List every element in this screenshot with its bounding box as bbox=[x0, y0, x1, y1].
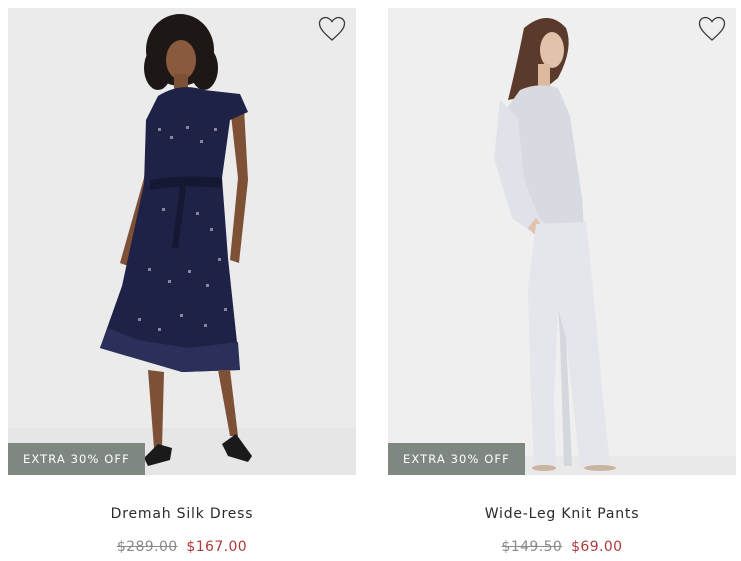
product-grid: EXTRA 30% OFF Dremah Silk Dress $289.00 … bbox=[0, 0, 741, 561]
model-in-pants-photo bbox=[388, 8, 736, 475]
heart-outline-icon[interactable] bbox=[698, 16, 726, 42]
product-card[interactable]: EXTRA 30% OFF Dremah Silk Dress $289.00 … bbox=[8, 8, 356, 555]
model-in-dress-photo bbox=[8, 8, 356, 475]
sale-price: $69.00 bbox=[571, 539, 623, 555]
product-image[interactable]: EXTRA 30% OFF bbox=[388, 8, 736, 475]
original-price: $289.00 bbox=[116, 539, 178, 555]
original-price: $149.50 bbox=[501, 539, 563, 555]
product-image[interactable]: EXTRA 30% OFF bbox=[8, 8, 356, 475]
product-price: $289.00 $167.00 bbox=[8, 539, 356, 555]
discount-badge: EXTRA 30% OFF bbox=[8, 443, 145, 475]
heart-outline-icon[interactable] bbox=[318, 16, 346, 42]
product-price: $149.50 $69.00 bbox=[388, 539, 736, 555]
product-name[interactable]: Wide-Leg Knit Pants bbox=[388, 506, 736, 522]
sale-price: $167.00 bbox=[186, 539, 248, 555]
discount-badge: EXTRA 30% OFF bbox=[388, 443, 525, 475]
product-name[interactable]: Dremah Silk Dress bbox=[8, 506, 356, 522]
product-card[interactable]: EXTRA 30% OFF Wide-Leg Knit Pants $149.5… bbox=[388, 8, 736, 555]
